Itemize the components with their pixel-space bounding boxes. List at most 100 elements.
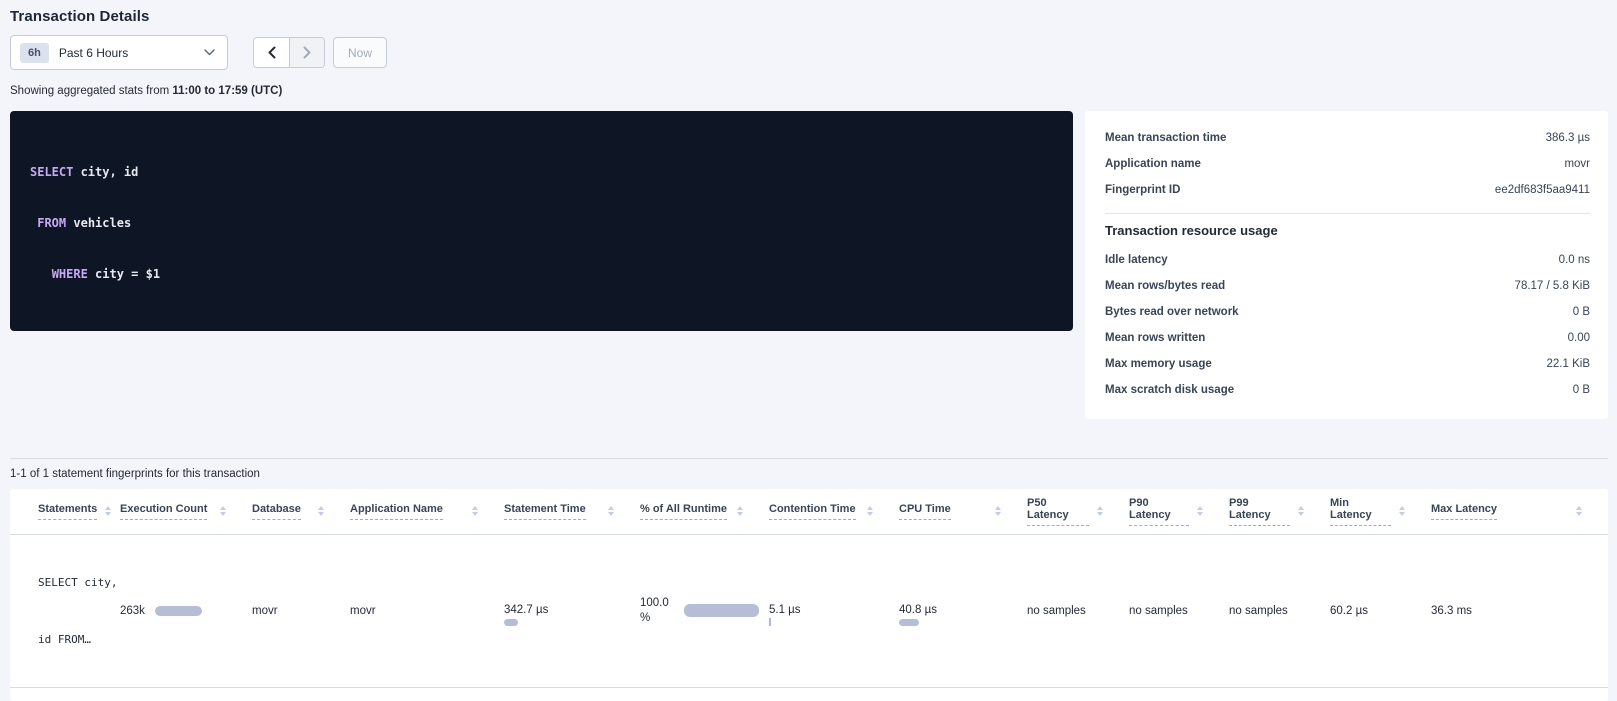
- resource-label: Mean rows/bytes read: [1105, 280, 1225, 292]
- table-header-row: Statements Execution Count Database Appl…: [10, 489, 1608, 534]
- resource-row-bytes-read-over-network: Bytes read over network 0 B: [1105, 299, 1590, 325]
- sort-icon[interactable]: [1089, 506, 1103, 516]
- column-header-statements[interactable]: Statements: [10, 489, 120, 534]
- column-header-database[interactable]: Database: [252, 489, 350, 534]
- summary-label: Mean transaction time: [1105, 132, 1226, 144]
- resource-value: 0.00: [1568, 332, 1590, 344]
- resource-row-max-scratch-disk-usage: Max scratch disk usage 0 B: [1105, 377, 1590, 403]
- p90-latency-cell: no samples: [1129, 534, 1229, 687]
- contention-time-value: 5.1 µs: [769, 603, 829, 618]
- sort-icon[interactable]: [729, 506, 743, 516]
- summary-value: 386.3 µs: [1546, 132, 1590, 144]
- sql-text: city, id: [73, 165, 138, 179]
- pct-of-all-runtime-bar: [684, 604, 759, 617]
- column-header-p90-latency[interactable]: P90 Latency: [1129, 489, 1229, 534]
- column-header-p50-latency[interactable]: P50 Latency: [1027, 489, 1129, 534]
- chevron-down-icon: [204, 49, 215, 56]
- resource-value: 0 B: [1573, 306, 1590, 318]
- page-title: Transaction Details: [10, 8, 1607, 25]
- column-header-contention-time[interactable]: Contention Time: [769, 489, 899, 534]
- resource-value: 22.1 KiB: [1547, 358, 1590, 370]
- sort-icon[interactable]: [1189, 506, 1203, 516]
- summary-value: movr: [1564, 158, 1590, 170]
- sql-keyword: FROM: [37, 216, 66, 230]
- resource-label: Mean rows written: [1105, 332, 1205, 344]
- sort-icon[interactable]: [212, 506, 226, 516]
- statement-time-value: 342.7 µs: [504, 603, 550, 618]
- statement-time-cell: 342.7 µs: [504, 534, 640, 687]
- sql-text: vehicles: [66, 216, 131, 230]
- statement-cell[interactable]: SELECT city, id FROM…: [10, 534, 120, 687]
- column-header-statement-time[interactable]: Statement Time: [504, 489, 640, 534]
- column-header-application-name[interactable]: Application Name: [350, 489, 504, 534]
- transaction-details-page: Transaction Details 6h Past 6 Hours: [0, 0, 1617, 638]
- sql-line: WHERE city = $1: [30, 266, 1053, 283]
- sql-line: SELECT city, id: [30, 164, 1053, 181]
- statement-fingerprints-count: 1-1 of 1 statement fingerprints for this…: [10, 468, 1607, 480]
- cpu-time-value: 40.8 µs: [899, 603, 945, 618]
- time-interval-badge: 6h: [20, 43, 49, 63]
- sort-icon[interactable]: [1290, 506, 1304, 516]
- summary-label: Application name: [1105, 158, 1201, 170]
- section-divider: [10, 458, 1608, 459]
- resource-row-idle-latency: Idle latency 0.0 ns: [1105, 247, 1590, 273]
- summary-row-application-name: Application name movr: [1105, 151, 1590, 177]
- resource-value: 0 B: [1573, 384, 1590, 396]
- sort-icon[interactable]: [859, 506, 873, 516]
- prev-time-button[interactable]: [254, 38, 289, 67]
- chevron-left-icon: [268, 46, 276, 59]
- now-button[interactable]: Now: [333, 37, 387, 68]
- transaction-summary-card: Mean transaction time 386.3 µs Applicati…: [1085, 111, 1608, 419]
- time-range-label: Past 6 Hours: [59, 46, 204, 60]
- resource-row-mean-rows-written: Mean rows written 0.00: [1105, 325, 1590, 351]
- sort-icon[interactable]: [600, 506, 614, 516]
- column-header-pct-of-all-runtime[interactable]: % of All Runtime: [640, 489, 769, 534]
- sort-icon[interactable]: [987, 506, 1001, 516]
- sql-text: city = $1: [88, 267, 160, 281]
- resource-label: Idle latency: [1105, 254, 1168, 266]
- transaction-sql-box: SELECT city, id FROM vehicles WHERE city…: [10, 111, 1073, 331]
- time-controls: 6h Past 6 Hours Now: [10, 35, 1607, 70]
- sql-keyword: WHERE: [52, 267, 88, 281]
- main-content-row: SELECT city, id FROM vehicles WHERE city…: [10, 111, 1608, 419]
- min-latency-cell: 60.2 µs: [1330, 534, 1431, 687]
- summary-value: ee2df683f5aa9411: [1495, 184, 1590, 196]
- sql-line: FROM vehicles: [30, 215, 1053, 232]
- range-value: 11:00 to 17:59 (UTC): [172, 85, 282, 97]
- column-header-cpu-time[interactable]: CPU Time: [899, 489, 1027, 534]
- column-header-execution-count[interactable]: Execution Count: [120, 489, 252, 534]
- sort-icon[interactable]: [1391, 506, 1405, 516]
- column-header-p99-latency[interactable]: P99 Latency: [1229, 489, 1330, 534]
- execution-count-bar: [155, 606, 202, 616]
- statements-table: Statements Execution Count Database Appl…: [10, 489, 1608, 688]
- application-name-cell: movr: [350, 534, 504, 687]
- column-header-max-latency[interactable]: Max Latency: [1431, 489, 1608, 534]
- aggregated-stats-range: Showing aggregated stats from 11:00 to 1…: [10, 85, 1607, 97]
- page-header: Transaction Details 6h Past 6 Hours: [0, 0, 1617, 97]
- column-header-min-latency[interactable]: Min Latency: [1330, 489, 1431, 534]
- summary-row-mean-transaction-time: Mean transaction time 386.3 µs: [1105, 125, 1590, 151]
- resource-row-max-memory-usage: Max memory usage 22.1 KiB: [1105, 351, 1590, 377]
- chevron-right-icon: [303, 46, 311, 59]
- next-time-button[interactable]: [289, 38, 324, 67]
- sort-icon[interactable]: [464, 506, 478, 516]
- resource-label: Bytes read over network: [1105, 306, 1239, 318]
- sql-keyword: SELECT: [30, 165, 73, 179]
- sort-icon[interactable]: [310, 506, 324, 516]
- summary-label: Fingerprint ID: [1105, 184, 1180, 196]
- resource-label: Max scratch disk usage: [1105, 384, 1234, 396]
- p50-latency-cell: no samples: [1027, 534, 1129, 687]
- sort-icon[interactable]: [1568, 506, 1582, 516]
- resource-label: Max memory usage: [1105, 358, 1212, 370]
- resource-usage-heading: Transaction resource usage: [1105, 223, 1590, 238]
- time-range-dropdown[interactable]: 6h Past 6 Hours: [10, 35, 228, 70]
- database-cell: movr: [252, 534, 350, 687]
- time-nav-group: [253, 37, 325, 68]
- sort-icon[interactable]: [97, 506, 111, 516]
- max-latency-cell: 36.3 ms: [1431, 534, 1608, 687]
- resource-row-mean-rows-bytes-read: Mean rows/bytes read 78.17 / 5.8 KiB: [1105, 273, 1590, 299]
- summary-row-fingerprint-id: Fingerprint ID ee2df683f5aa9411: [1105, 177, 1590, 203]
- range-prefix: Showing aggregated stats from: [10, 85, 172, 97]
- pct-of-all-runtime-value: 100.0 %: [640, 596, 676, 626]
- pct-of-all-runtime-cell: 100.0 %: [640, 534, 769, 687]
